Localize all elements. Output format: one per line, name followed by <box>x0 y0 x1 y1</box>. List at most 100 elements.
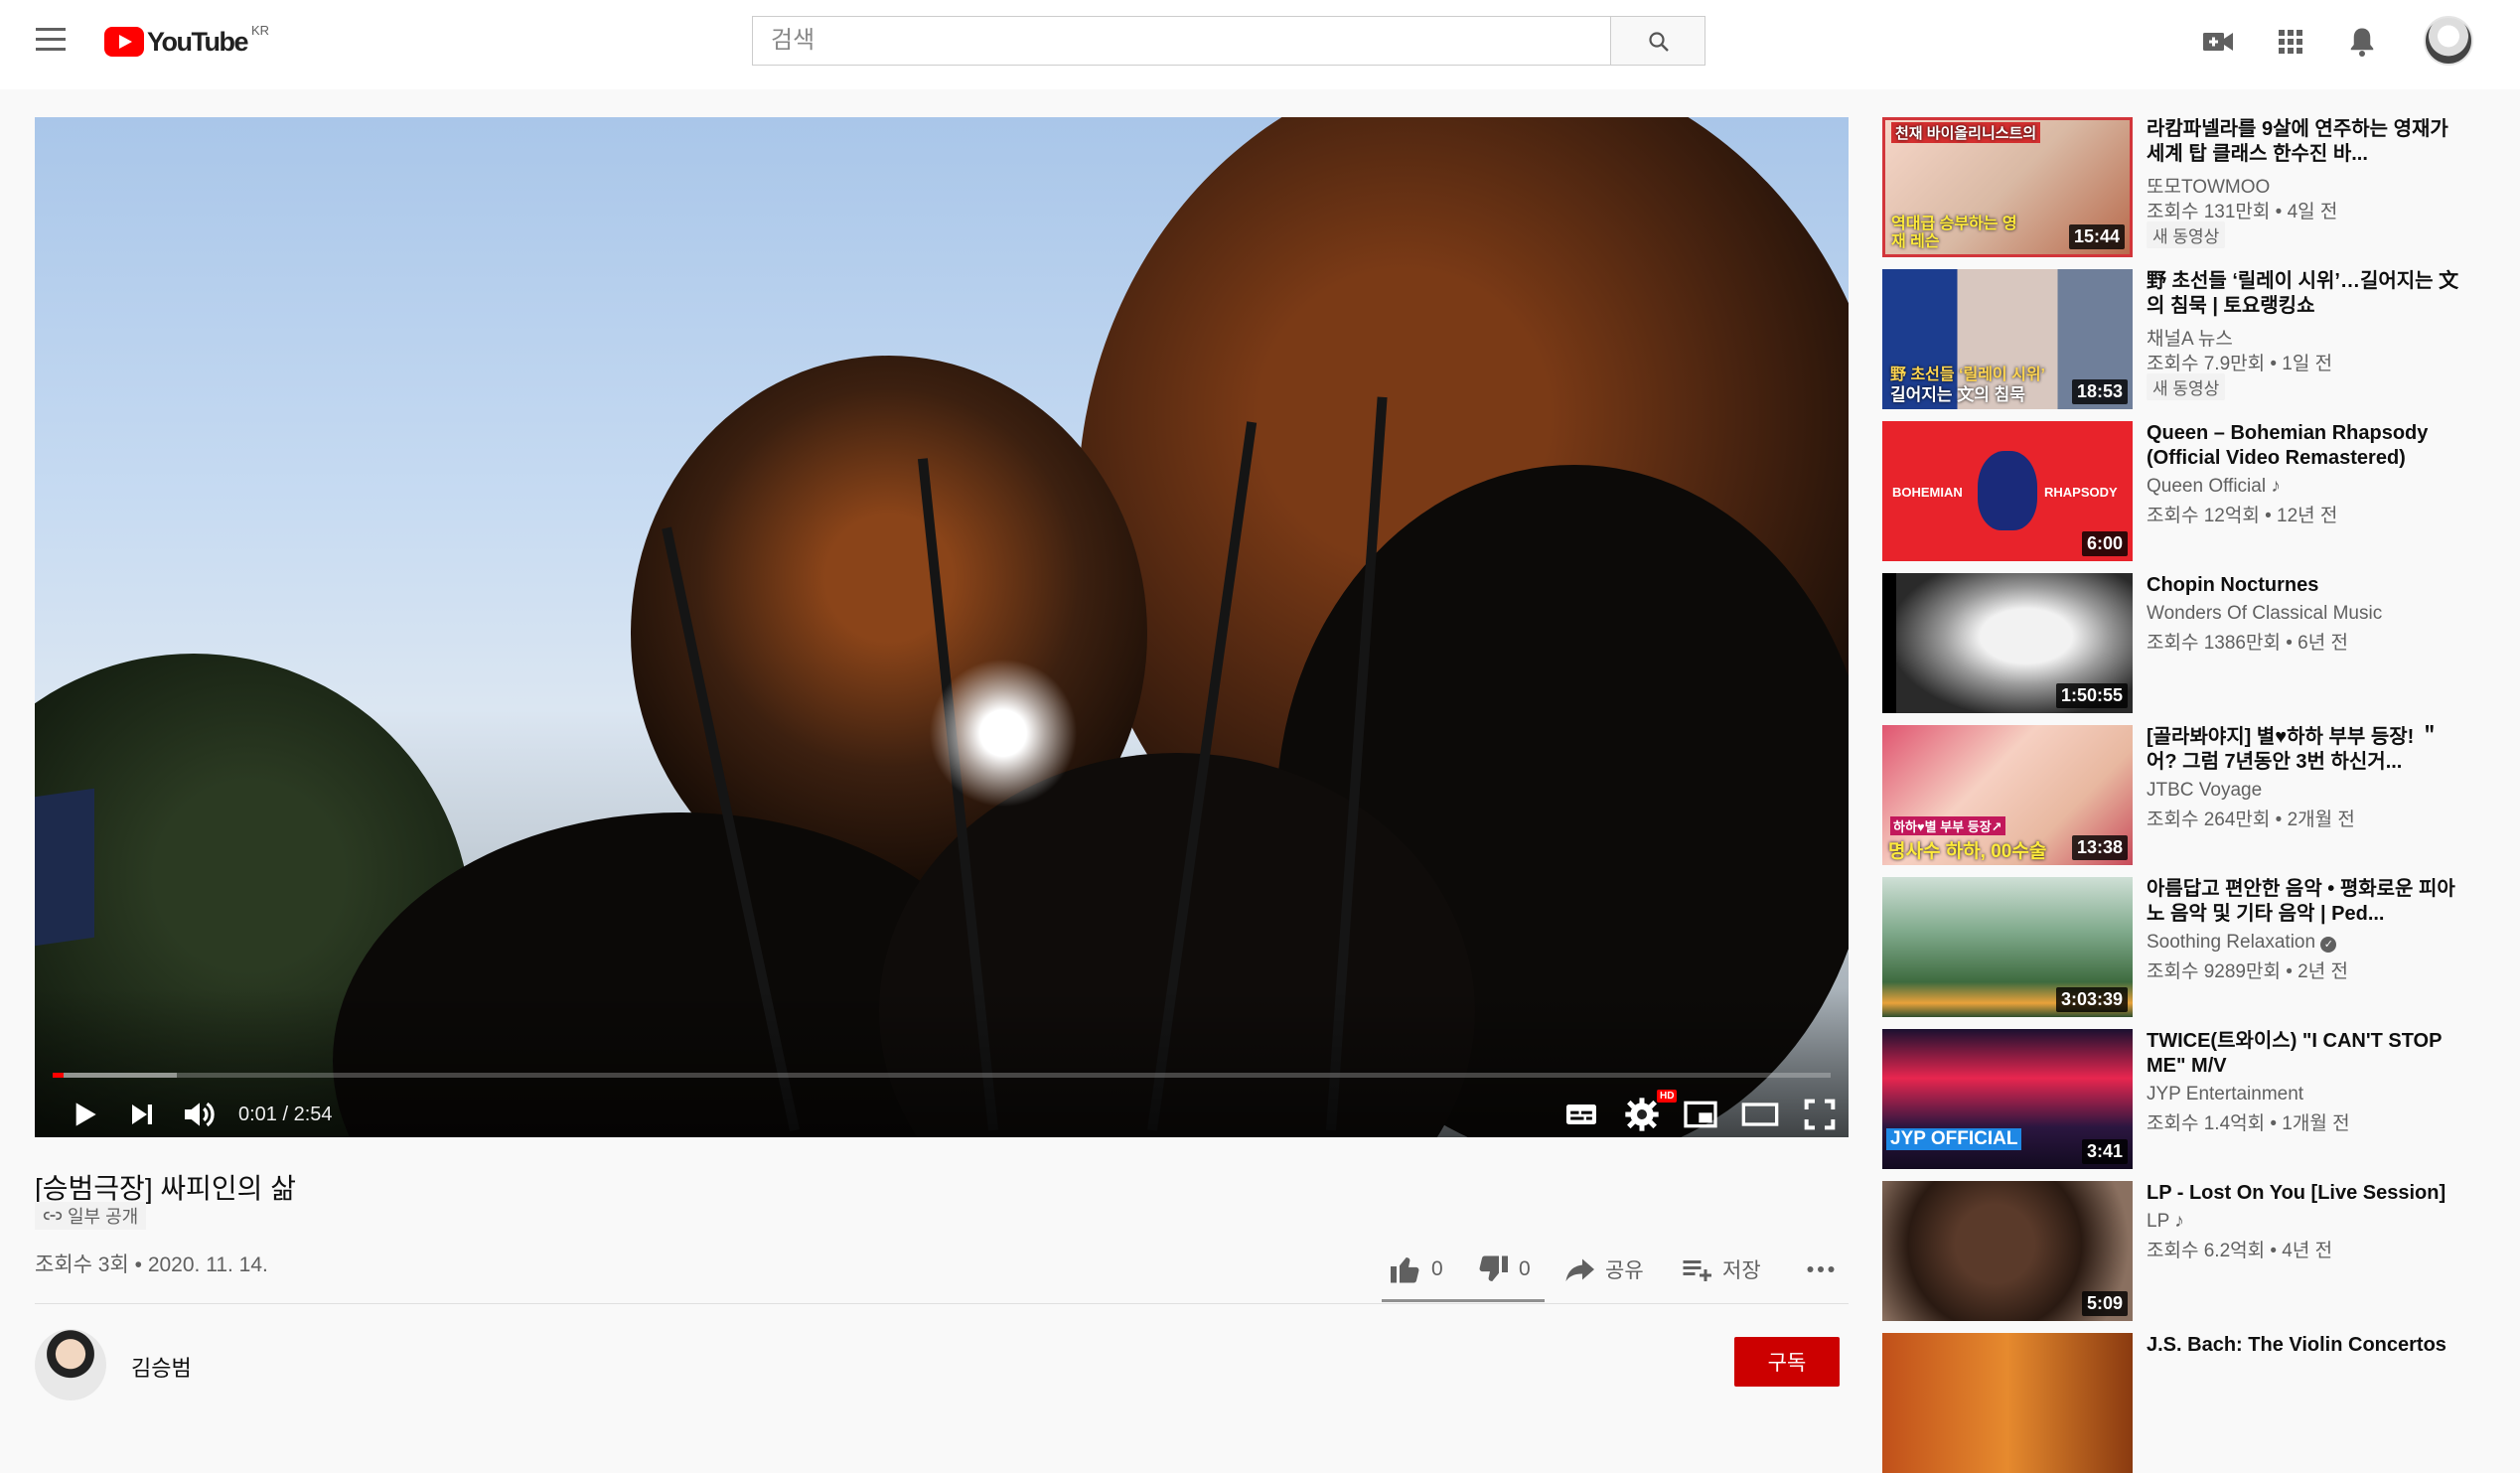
dislike-button[interactable]: 0 <box>1475 1250 1531 1289</box>
video-player[interactable]: 0:01 / 2:54 HD <box>35 117 1849 1137</box>
recommendation-channel[interactable]: LP ♪ <box>2147 1211 2184 1233</box>
recommendation-meta: 조회수 7.9만회 • 1일 전 <box>2147 354 2333 374</box>
next-button[interactable] <box>122 1095 162 1134</box>
recommendation-channel[interactable]: Wonders Of Classical Music <box>2147 603 2382 625</box>
channel-name[interactable]: 김승범 <box>131 1351 192 1383</box>
progress-bar[interactable] <box>53 1073 1831 1078</box>
video-thumbnail[interactable]: 천재 바이올리니스트의 역대급 승부하는 영재 레슨 15:44 <box>1882 117 2133 257</box>
recommendation-title[interactable]: Chopin Nocturnes <box>2147 573 2464 598</box>
search-icon <box>1649 32 1669 52</box>
recommendation-channel[interactable]: Soothing Relaxation ✓ <box>2147 932 2337 954</box>
miniplayer-icon <box>1684 1101 1717 1128</box>
link-icon <box>43 1211 63 1221</box>
recommendation-channel[interactable]: Queen Official ♪ <box>2147 476 2281 498</box>
share-button[interactable]: 공유 <box>1561 1250 1644 1289</box>
search-input[interactable] <box>753 17 1610 65</box>
privacy-badge: 일부 공개 <box>35 1202 147 1230</box>
duration-badge: 6:00 <box>2081 531 2128 556</box>
recommendation-meta: 조회수 1.4억회 • 1개월 전 <box>2147 1113 2350 1134</box>
video-thumbnail[interactable]: JYP OFFICIAL 3:41 <box>1882 1029 2133 1169</box>
recommendation-meta: 조회수 131만회 • 4일 전 <box>2147 202 2338 222</box>
subscribe-button[interactable]: 구독 <box>1734 1337 1840 1387</box>
thumbs-up-icon <box>1391 1257 1419 1283</box>
settings-button[interactable] <box>1622 1095 1662 1134</box>
recommendation-title[interactable]: [골라봐야지] 별♥하하 부부 등장! ＂어? 그럼 7년동안 3번 하신거..… <box>2147 725 2464 775</box>
recommendation-title[interactable]: LP - Lost On You [Live Session] <box>2147 1181 2464 1206</box>
view-count-date: 조회수 3회 • 2020. 11. 14. <box>35 1253 268 1276</box>
recommendation-item[interactable]: 천재 바이올리니스트의 역대급 승부하는 영재 레슨 15:44 라캄파넬라를 … <box>1882 117 2478 257</box>
menu-icon[interactable] <box>36 28 68 54</box>
video-thumbnail[interactable]: BOHEMIAN RHAPSODY 6:00 <box>1882 421 2133 561</box>
thumbnail-caption: RHAPSODY <box>2044 485 2118 500</box>
fullscreen-button[interactable] <box>1800 1095 1840 1134</box>
recommendation-item[interactable]: JYP OFFICIAL 3:41 TWICE(트와이스) "I CAN'T S… <box>1882 1029 2478 1169</box>
duration-badge: 3:41 <box>2081 1139 2128 1164</box>
video-thumbnail[interactable] <box>1882 1333 2133 1473</box>
account-avatar[interactable] <box>2424 16 2473 66</box>
gear-icon <box>1625 1098 1659 1131</box>
duration-badge: 15:44 <box>2068 224 2125 249</box>
recommendation-item[interactable]: J.S. Bach: The Violin Concertos <box>1882 1333 2478 1473</box>
recommendation-item[interactable]: 3:03:39 아름답고 편안한 음악 • 평화로운 피아노 음악 및 기타 음… <box>1882 877 2478 1017</box>
search-box <box>752 16 1611 66</box>
logo-text: YouTube <box>147 26 248 57</box>
volume-icon <box>185 1102 215 1127</box>
recommendation-channel[interactable]: 채널A 뉴스 <box>2147 324 2233 351</box>
recommendation-item[interactable]: 하하♥별 부부 등장↗ 명사수 하하, 00수술 13:38 [골라봐야지] 별… <box>1882 725 2478 865</box>
notifications-icon[interactable] <box>2344 24 2384 64</box>
play-icon <box>75 1103 96 1126</box>
duration-badge: 18:53 <box>2071 379 2128 404</box>
new-video-badge: 새 동영상 <box>2147 221 2226 248</box>
video-thumbnail[interactable]: 5:09 <box>1882 1181 2133 1321</box>
recommendation-item[interactable]: 5:09 LP - Lost On You [Live Session] LP … <box>1882 1181 2478 1321</box>
play-button[interactable] <box>65 1095 104 1134</box>
subtitles-button[interactable] <box>1561 1095 1601 1134</box>
recommendation-title[interactable]: Queen – Bohemian Rhapsody (Official Vide… <box>2147 421 2464 471</box>
recommendation-item[interactable]: 1:50:55 Chopin Nocturnes Wonders Of Clas… <box>1882 573 2478 713</box>
channel-label: LP <box>2147 1211 2169 1232</box>
thumbnail-caption: BOHEMIAN <box>1892 485 1963 500</box>
video-title: [승범극장] 싸피인의 삶 <box>35 1173 296 1204</box>
recommendation-title[interactable]: 野 초선들 ‘릴레이 시위’…길어지는 文의 침묵 | 토요랭킹쇼 <box>2147 269 2464 319</box>
more-actions-button[interactable] <box>1803 1250 1839 1289</box>
recommendation-meta: 조회수 12억회 • 12년 전 <box>2147 506 2338 526</box>
recommendation-channel[interactable]: 또모TOWMOO <box>2147 172 2270 199</box>
youtube-logo[interactable]: YouTube KR <box>104 22 269 62</box>
thumbnail-portrait <box>1978 451 2037 530</box>
recommendation-channel[interactable]: JTBC Voyage <box>2147 780 2262 802</box>
volume-button[interactable] <box>180 1095 220 1134</box>
video-thumbnail[interactable]: 하하♥별 부부 등장↗ 명사수 하하, 00수술 13:38 <box>1882 725 2133 865</box>
like-button[interactable]: 0 <box>1388 1250 1443 1289</box>
recommendation-title[interactable]: 아름답고 편안한 음악 • 평화로운 피아노 음악 및 기타 음악 | Ped.… <box>2147 877 2464 927</box>
recommendation-item[interactable]: 野 초선들 ‘릴레이 시위’ 길어지는 文의 침묵 18:53 野 초선들 ‘릴… <box>1882 269 2478 409</box>
save-button[interactable]: 저장 <box>1679 1250 1761 1289</box>
verified-icon: ✓ <box>2320 937 2337 953</box>
video-thumbnail[interactable]: 野 초선들 ‘릴레이 시위’ 길어지는 文의 침묵 18:53 <box>1882 269 2133 409</box>
playlist-add-icon <box>1683 1260 1711 1281</box>
new-video-badge: 새 동영상 <box>2147 373 2226 400</box>
duration-badge: 1:50:55 <box>2055 683 2128 708</box>
recommendation-item[interactable]: BOHEMIAN RHAPSODY 6:00 Queen – Bohemian … <box>1882 421 2478 561</box>
theater-mode-button[interactable] <box>1740 1095 1780 1134</box>
apps-icon[interactable] <box>2273 24 2312 64</box>
privacy-label: 일부 공개 <box>68 1207 139 1227</box>
music-note-icon: ♪ <box>2271 476 2281 497</box>
progress-loaded <box>53 1073 178 1078</box>
video-thumbnail[interactable]: 3:03:39 <box>1882 877 2133 1017</box>
recommendation-title[interactable]: TWICE(트와이스) "I CAN'T STOP ME" M/V <box>2147 1029 2464 1079</box>
create-video-icon[interactable] <box>2200 24 2240 64</box>
miniplayer-button[interactable] <box>1681 1095 1720 1134</box>
thumbnail-caption: 천재 바이올리니스트의 <box>1891 122 2041 143</box>
recommendation-channel[interactable]: JYP Entertainment <box>2147 1084 2303 1105</box>
music-note-icon: ♪ <box>2174 1211 2184 1232</box>
hd-badge: HD <box>1657 1090 1678 1103</box>
recommendation-title[interactable]: J.S. Bach: The Violin Concertos <box>2147 1333 2464 1358</box>
fullscreen-icon <box>1804 1099 1836 1130</box>
channel-avatar[interactable] <box>35 1329 106 1400</box>
video-thumbnail[interactable]: 1:50:55 <box>1882 573 2133 713</box>
recommendation-title[interactable]: 라캄파넬라를 9살에 연주하는 영재가 세계 탑 클래스 한수진 바... <box>2147 117 2464 167</box>
recommendation-meta: 조회수 6.2억회 • 4년 전 <box>2147 1241 2333 1261</box>
recommendation-meta: 조회수 9289만회 • 2년 전 <box>2147 961 2348 982</box>
next-icon <box>132 1105 152 1124</box>
search-button[interactable] <box>1610 16 1705 66</box>
